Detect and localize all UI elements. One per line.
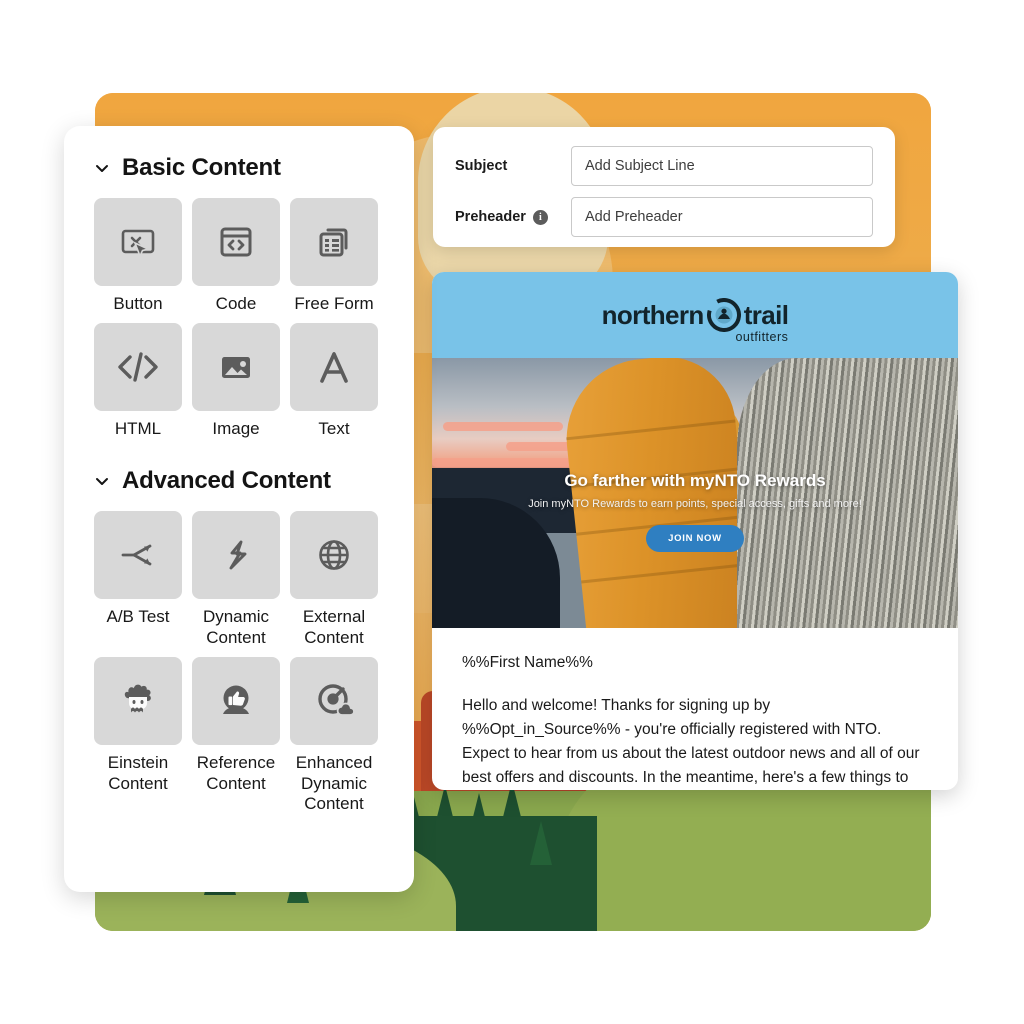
content-tile-label: Einstein Content xyxy=(107,752,169,793)
logo-secondary-group: trail outfitters xyxy=(735,299,789,344)
section-header-advanced-content[interactable]: Advanced Content xyxy=(94,467,384,495)
globe-icon xyxy=(290,511,378,600)
content-tile-label: Text xyxy=(318,418,350,438)
section-header-basic-content[interactable]: Basic Content xyxy=(94,154,384,182)
basic-content-grid: Button Code Free Form HTML Image Text xyxy=(94,198,384,439)
content-tile-label: Button xyxy=(113,294,163,313)
content-tile-text[interactable]: Text xyxy=(290,322,378,440)
content-tile-free-form[interactable]: Free Form xyxy=(290,198,378,315)
content-tile-image[interactable]: Image xyxy=(192,322,280,440)
advanced-content-grid: A/B Test Dynamic Content External Conten… xyxy=(94,511,384,815)
content-tile-reference-content[interactable]: Reference Content xyxy=(192,656,280,815)
content-tile-label: HTML xyxy=(114,418,162,438)
content-tile-label: Enhanced Dynamic Content xyxy=(295,752,373,814)
thumbs-up-circle-icon xyxy=(192,656,280,745)
content-tile-external-content[interactable]: External Content xyxy=(290,511,378,648)
text-letter-a-icon xyxy=(290,322,378,411)
logo-secondary-text: trail xyxy=(743,299,789,330)
email-paragraph: Hello and welcome! Thanks for signing up… xyxy=(462,697,920,787)
content-tile-label: Dynamic Content xyxy=(202,607,270,648)
target-cloud-icon xyxy=(290,656,378,745)
content-tile-button[interactable]: Button xyxy=(94,198,182,315)
button-cursor-icon xyxy=(94,198,182,286)
join-now-button[interactable]: JOIN NOW xyxy=(646,524,744,552)
section-title-advanced: Advanced Content xyxy=(122,467,331,495)
html-brackets-icon xyxy=(94,322,182,411)
email-body: %%First Name%% Hello and welcome! Thanks… xyxy=(432,628,958,790)
image-picture-icon xyxy=(192,322,280,411)
hero-title: Go farther with myNTO Rewards xyxy=(564,470,826,490)
subject-input-placeholder: Add Subject Line xyxy=(585,158,695,174)
preheader-label-group: Preheader i xyxy=(455,209,571,225)
screenshot-root: Subject Add Subject Line Preheader i Add… xyxy=(0,0,1024,1024)
subject-label: Subject xyxy=(455,158,508,174)
logo-tagline: outfitters xyxy=(735,329,789,344)
logo-primary-text: northern xyxy=(601,299,705,330)
email-greeting: %%First Name%% xyxy=(462,654,593,671)
hero-text-overlay: Go farther with myNTO Rewards Join myNTO… xyxy=(432,358,958,628)
subject-input[interactable]: Add Subject Line xyxy=(571,146,873,186)
content-tile-label: External Content xyxy=(302,607,366,648)
section-title-basic: Basic Content xyxy=(122,154,281,181)
content-palette-sidebar: Basic Content Button Code Free Form HTML… xyxy=(64,126,414,892)
compass-globe-icon xyxy=(706,298,741,332)
content-tile-html[interactable]: HTML xyxy=(94,322,182,440)
lightning-bolt-icon xyxy=(192,511,280,600)
northern-trail-outfitters-logo: northern trail outfitters xyxy=(601,298,789,344)
chevron-down-icon xyxy=(94,160,110,176)
free-form-layers-icon xyxy=(290,198,378,286)
hero-subtitle: Join myNTO Rewards to earn points, speci… xyxy=(528,497,862,510)
content-tile-label: Free Form xyxy=(294,294,374,313)
content-tile-enhanced-dynamic-content[interactable]: Enhanced Dynamic Content xyxy=(290,656,378,815)
content-tile-label: Code xyxy=(215,294,257,313)
info-icon[interactable]: i xyxy=(532,209,548,225)
einstein-face-icon xyxy=(94,656,182,745)
illustration-tree xyxy=(496,781,529,845)
content-tile-ab-test[interactable]: A/B Test xyxy=(94,511,182,648)
preheader-input-placeholder: Add Preheader xyxy=(585,209,683,225)
preheader-input[interactable]: Add Preheader xyxy=(571,197,873,237)
email-hero-image: Go farther with myNTO Rewards Join myNTO… xyxy=(432,358,958,628)
content-tile-label: Reference Content xyxy=(196,752,276,793)
subject-field-row: Subject Add Subject Line xyxy=(455,145,873,187)
content-tile-label: Image xyxy=(212,418,260,438)
illustration-tree xyxy=(429,785,462,849)
chevron-down-icon xyxy=(94,473,110,489)
content-tile-label: A/B Test xyxy=(106,607,170,627)
illustration-tree xyxy=(462,793,495,857)
content-tile-code[interactable]: Code xyxy=(192,198,280,315)
preheader-label: Preheader xyxy=(455,209,526,225)
email-preview-card: northern trail outfitters Go farther wit… xyxy=(432,272,958,790)
preheader-field-row: Preheader i Add Preheader xyxy=(455,196,873,238)
email-brand-header: northern trail outfitters xyxy=(432,272,958,358)
code-window-icon xyxy=(192,198,280,286)
ab-test-split-icon xyxy=(94,511,182,600)
subject-preheader-card: Subject Add Subject Line Preheader i Add… xyxy=(433,127,895,247)
content-tile-einstein-content[interactable]: Einstein Content xyxy=(94,656,182,815)
content-tile-dynamic-content[interactable]: Dynamic Content xyxy=(192,511,280,648)
illustration-tree xyxy=(529,821,552,865)
